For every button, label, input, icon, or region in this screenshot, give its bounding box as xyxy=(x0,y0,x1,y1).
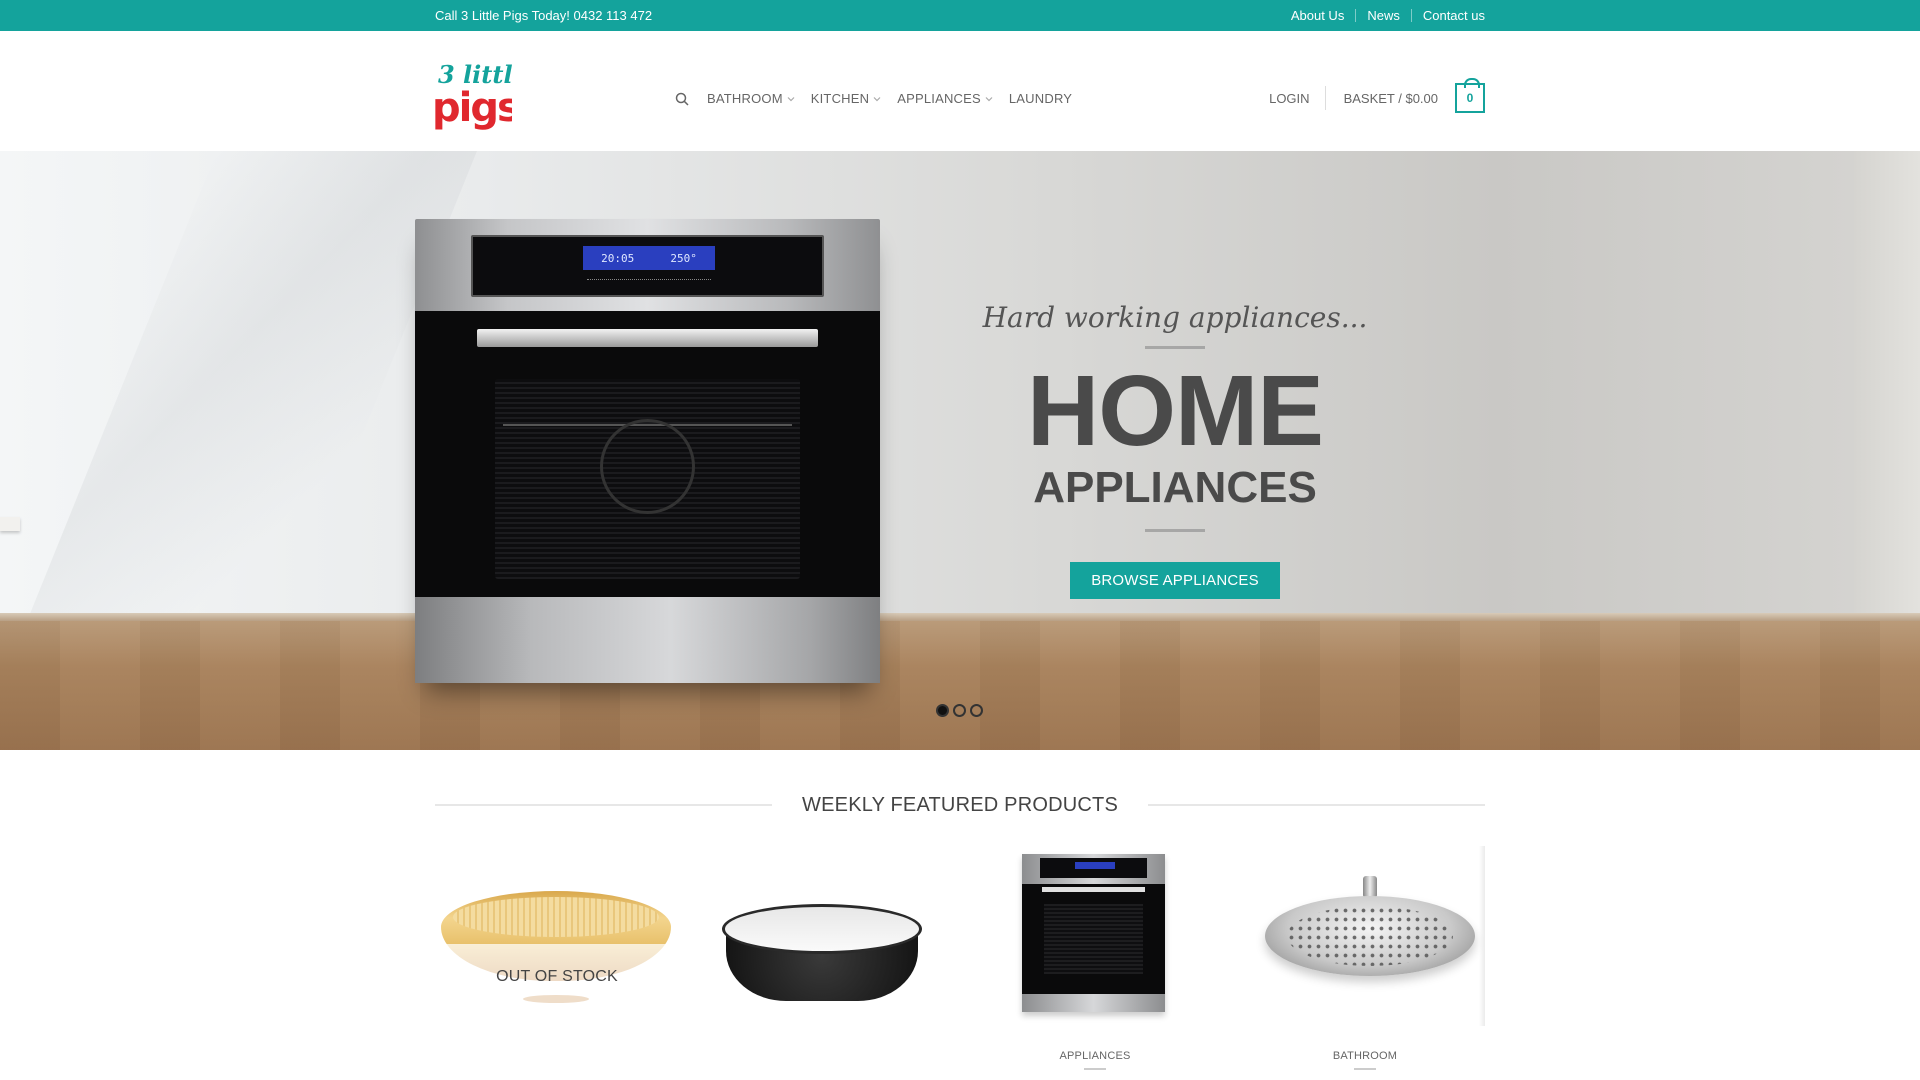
oven-buttons xyxy=(587,279,711,285)
news-link[interactable]: News xyxy=(1356,8,1411,23)
site-logo[interactable]: 3 little pigs xyxy=(432,59,528,135)
site-header: 3 little pigs BATHROOM KITCHEN APPLIANCE… xyxy=(0,31,1920,151)
slide-title: HOME xyxy=(1027,355,1324,467)
nav-item-bathroom[interactable]: BATHROOM xyxy=(707,91,795,106)
oven-fan xyxy=(600,419,695,514)
cart-icon[interactable]: 0 xyxy=(1455,78,1485,113)
wall-corner xyxy=(1854,151,1920,621)
product-card-info: APPLIANCES xyxy=(975,846,1215,1080)
slide-dot-3[interactable] xyxy=(970,704,983,717)
product-category[interactable]: BATHROOM xyxy=(1245,1050,1485,1062)
wood-floor xyxy=(0,621,1920,750)
cart-count: 0 xyxy=(1466,91,1474,105)
oven-control-panel: 20:05 250° xyxy=(471,235,824,297)
slide-dot-2[interactable] xyxy=(953,704,966,717)
divider xyxy=(1145,346,1205,349)
contact-us-link[interactable]: Contact us xyxy=(1412,8,1485,23)
nav-label: BATHROOM xyxy=(707,91,783,106)
nav-label: KITCHEN xyxy=(810,91,870,106)
divider xyxy=(1354,1068,1376,1070)
nav-label: LAUNDRY xyxy=(1008,91,1073,106)
slide-dot-1[interactable] xyxy=(936,704,949,717)
about-us-link[interactable]: About Us xyxy=(1280,8,1355,23)
black-bathtub-image xyxy=(722,904,922,1004)
product-category[interactable]: APPLIANCES xyxy=(975,1050,1215,1062)
search-icon[interactable] xyxy=(675,92,689,106)
oven-temp: 250° xyxy=(670,251,697,265)
oven-handle xyxy=(477,329,818,347)
oven-image: 20:05 250° xyxy=(415,219,880,683)
login-link[interactable]: LOGIN xyxy=(1269,91,1324,106)
account-area: LOGIN BASKET / $0.00 0 xyxy=(1269,78,1485,113)
oven-display: 20:05 250° xyxy=(583,246,715,270)
featured-heading: WEEKLY FEATURED PRODUCTS xyxy=(435,793,1486,817)
slide-subtitle: APPLIANCES xyxy=(1033,463,1317,512)
divider xyxy=(1084,1068,1106,1070)
nav-item-laundry[interactable]: LAUNDRY xyxy=(1009,91,1072,106)
slide-kicker: Hard working appliances... xyxy=(982,301,1368,334)
nav-item-kitchen[interactable]: KITCHEN xyxy=(811,91,881,106)
logo-graphic: 3 little pigs xyxy=(432,60,528,131)
call-us-text: Call 3 Little Pigs Today! 0432 113 472 xyxy=(435,8,653,23)
basket-link[interactable]: BASKET / $0.00 xyxy=(1344,91,1438,106)
divider xyxy=(435,804,773,806)
product-grid: OUT OF STOCK APPLIANCES BATHROOM xyxy=(435,846,1485,1080)
oven-time: 20:05 xyxy=(601,251,635,265)
slider-dots xyxy=(936,704,983,717)
main-nav: BATHROOM KITCHEN APPLIANCES LAUNDRY xyxy=(675,91,1088,106)
divider xyxy=(1147,804,1486,806)
nav-label: APPLIANCES xyxy=(897,91,981,106)
top-bar: Call 3 Little Pigs Today! 0432 113 472 A… xyxy=(0,0,1920,31)
svg-text:pigs: pigs xyxy=(432,85,512,131)
oven-base xyxy=(415,597,880,683)
product-card-info: BATHROOM xyxy=(1245,846,1485,1080)
hero-slider: 20:05 250° Hard working appliances... HO… xyxy=(0,151,1920,750)
slide-caption: Hard working appliances... HOME APPLIANC… xyxy=(980,301,1370,599)
product-card[interactable] xyxy=(435,846,1485,1080)
divider xyxy=(1324,86,1326,110)
oven-window xyxy=(495,379,800,579)
featured-title: WEEKLY FEATURED PRODUCTS xyxy=(802,793,1118,816)
wall-shadow xyxy=(23,151,477,631)
browse-appliances-button[interactable]: BROWSE APPLIANCES xyxy=(1070,562,1280,599)
tub-rim xyxy=(722,904,922,954)
nav-item-appliances[interactable]: APPLIANCES xyxy=(897,91,993,106)
chevron-down-icon xyxy=(787,96,795,101)
top-links: About Us News Contact us xyxy=(1280,8,1485,23)
chevron-down-icon xyxy=(985,96,993,101)
divider xyxy=(1145,529,1205,532)
chevron-down-icon xyxy=(873,96,881,101)
shelf-edge xyxy=(0,517,20,531)
